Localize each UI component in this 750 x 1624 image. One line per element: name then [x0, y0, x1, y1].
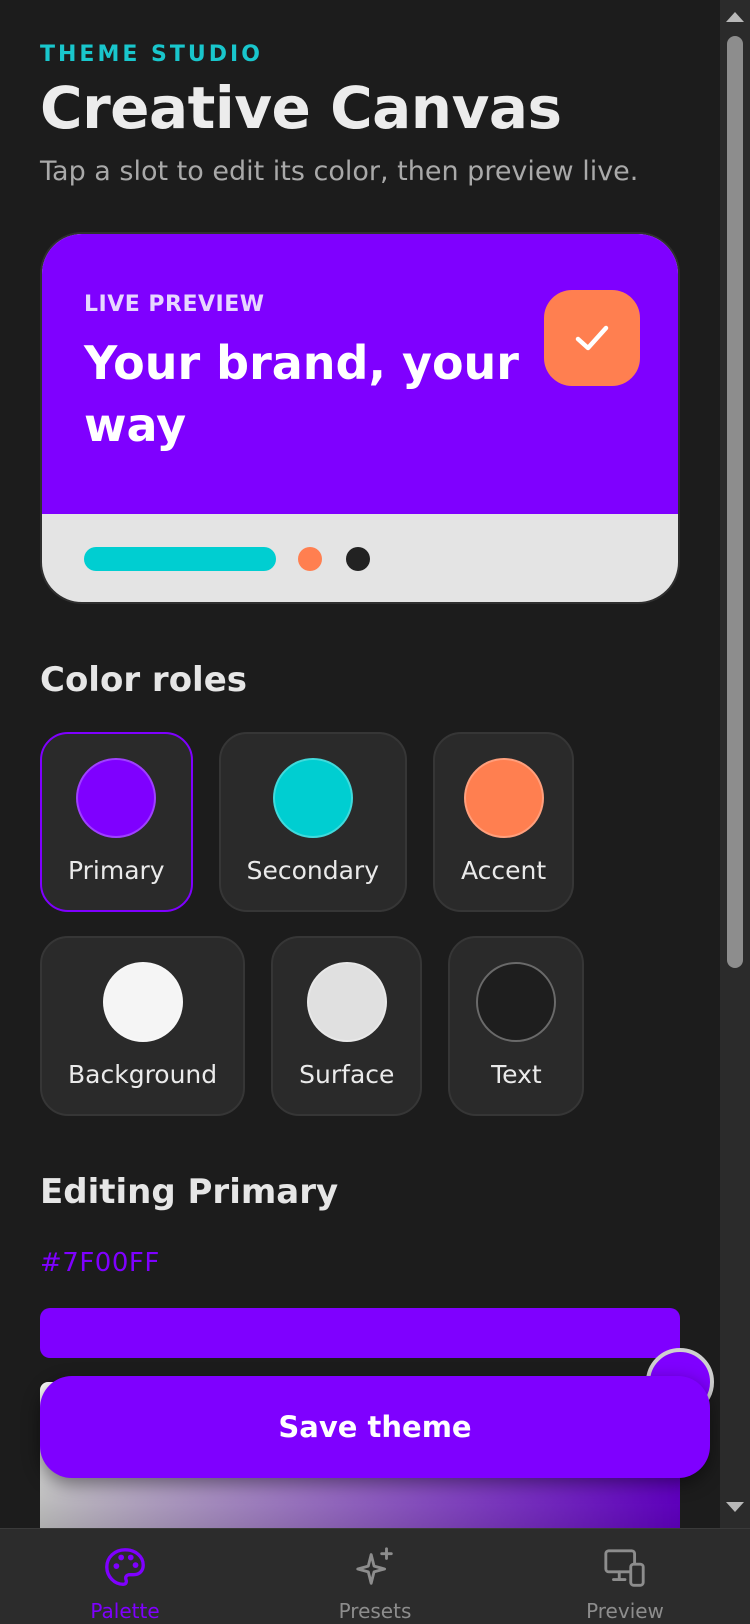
tab-label: Palette: [90, 1599, 160, 1623]
palette-icon: [105, 1548, 145, 1586]
save-theme-button[interactable]: Save theme: [40, 1376, 710, 1478]
devices-icon: [604, 1549, 645, 1587]
preview-primary-area: LIVE PREVIEW Your brand, your way: [42, 234, 678, 514]
role-swatch-primary[interactable]: Primary: [40, 732, 193, 912]
preview-text-dot: [346, 547, 370, 571]
swatch-color-circle: [76, 758, 157, 838]
preview-eyebrow: LIVE PREVIEW: [84, 292, 265, 317]
swatch-color-circle: [272, 758, 353, 838]
tab-palette[interactable]: Palette: [0, 1529, 250, 1624]
role-swatch-surface[interactable]: Surface: [271, 936, 423, 1116]
scroll-down-arrow-icon[interactable]: [726, 1502, 744, 1512]
swatch-label: Surface: [299, 1060, 395, 1089]
app-eyebrow: THEME STUDIO: [40, 42, 263, 67]
check-icon: [575, 325, 609, 351]
role-swatch-text[interactable]: Text: [448, 936, 585, 1116]
swatch-label: Text: [491, 1060, 542, 1089]
swatch-label: Accent: [461, 856, 547, 885]
color-roles-heading: Color roles: [40, 660, 248, 700]
swatch-color-circle: [463, 758, 544, 838]
role-swatch-background[interactable]: Background: [40, 936, 246, 1116]
scroll-up-arrow-icon[interactable]: [726, 12, 744, 22]
tab-presets[interactable]: Presets: [250, 1529, 500, 1624]
hex-value[interactable]: #7F00FF: [40, 1248, 160, 1278]
scrollbar-thumb[interactable]: [727, 36, 743, 968]
tab-label: Presets: [338, 1599, 412, 1623]
color-roles-row-2: Background Surface Text: [40, 936, 585, 1116]
page-subtitle: Tap a slot to edit its color, then previ…: [40, 156, 639, 187]
preview-accent-dot: [298, 547, 322, 571]
swatch-label: Background: [68, 1060, 218, 1089]
color-roles-row-1: Primary Secondary Accent: [40, 732, 575, 912]
swatch-color-circle: [306, 962, 387, 1042]
main-scroll-area[interactable]: THEME STUDIO Creative Canvas Tap a slot …: [0, 0, 720, 1528]
editing-heading: Editing Primary: [40, 1172, 339, 1212]
preview-heading: Your brand, your way: [84, 336, 519, 452]
tab-label: Preview: [586, 1599, 664, 1623]
swatch-label: Primary: [68, 856, 165, 885]
scrollbar[interactable]: [720, 0, 750, 1528]
accent-check-tile: [544, 290, 640, 386]
live-preview-card: LIVE PREVIEW Your brand, your way: [40, 232, 680, 604]
bottom-tab-bar: Palette Presets Preview: [0, 1528, 750, 1624]
role-swatch-accent[interactable]: Accent: [433, 732, 575, 912]
preview-secondary-bar: [84, 547, 276, 571]
swatch-label: Secondary: [246, 856, 380, 885]
role-swatch-secondary[interactable]: Secondary: [218, 732, 408, 912]
sparkles-icon: [356, 1547, 393, 1585]
swatch-color-circle: [476, 962, 557, 1042]
page-title: Creative Canvas: [40, 74, 562, 142]
tab-preview[interactable]: Preview: [500, 1529, 750, 1624]
swatch-color-circle: [102, 962, 183, 1042]
hue-slider[interactable]: [40, 1308, 680, 1358]
